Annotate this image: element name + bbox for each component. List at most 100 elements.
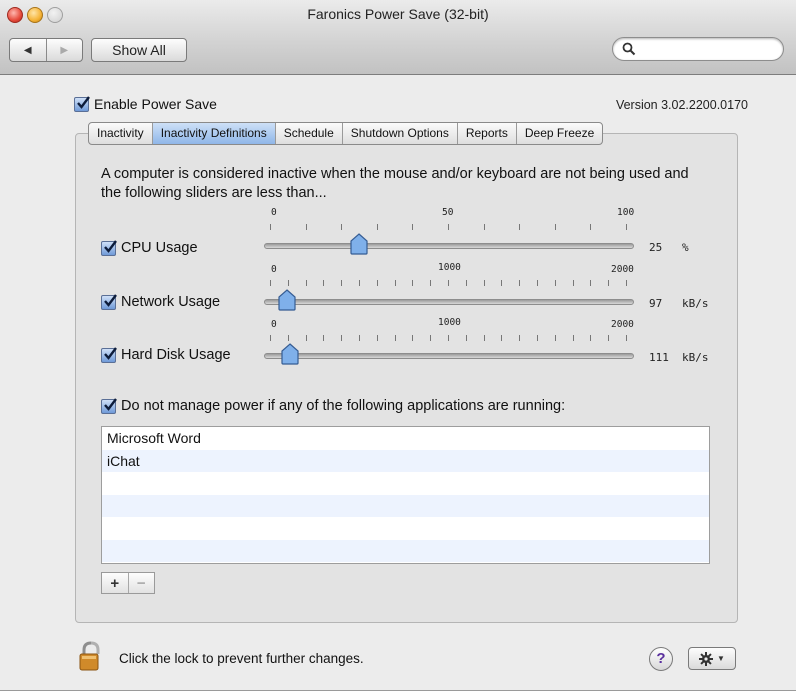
slider-tick xyxy=(305,335,307,341)
slider-tick xyxy=(501,280,503,286)
list-item[interactable]: Microsoft Word xyxy=(102,427,709,450)
slider-tick xyxy=(270,224,271,230)
network-usage-slider[interactable] xyxy=(264,299,634,305)
slider-tick xyxy=(465,280,467,286)
slider-tick xyxy=(501,335,503,341)
checkbox-checked[interactable] xyxy=(101,346,117,363)
add-app-button[interactable]: + xyxy=(102,573,128,593)
tab-inactivity[interactable]: Inactivity xyxy=(89,123,153,144)
manage-power-label: Do not manage power if any of the follow… xyxy=(121,398,566,414)
list-item[interactable] xyxy=(102,517,709,540)
window-title: Faronics Power Save (32-bit) xyxy=(307,6,489,22)
slider-tick xyxy=(412,335,414,341)
tab-reports[interactable]: Reports xyxy=(458,123,517,144)
scale-min-label: 0 xyxy=(271,319,277,330)
hard-disk-usage-label: Hard Disk Usage xyxy=(121,347,231,363)
gear-icon xyxy=(699,651,714,666)
cpu-usage-row: CPU Usage 0 50 100 25 % xyxy=(101,207,721,267)
help-button[interactable]: ? xyxy=(649,647,673,671)
scale-min-label: 0 xyxy=(271,207,277,218)
tab-bar: Inactivity Inactivity Definitions Schedu… xyxy=(88,122,604,145)
checkbox-checked[interactable] xyxy=(101,397,117,414)
list-item[interactable]: iChat xyxy=(102,449,709,472)
tab-deep-freeze[interactable]: Deep Freeze xyxy=(517,123,602,144)
list-item[interactable] xyxy=(102,472,709,495)
slider-tick xyxy=(554,280,556,286)
back-button[interactable]: ◀ xyxy=(10,39,46,61)
remove-app-button[interactable]: − xyxy=(127,573,155,593)
list-item[interactable] xyxy=(102,539,709,562)
hard-disk-usage-checkbox[interactable]: Hard Disk Usage xyxy=(101,346,231,363)
cpu-usage-slider[interactable] xyxy=(264,243,634,249)
checkbox-checked[interactable] xyxy=(101,239,117,256)
slider-tick xyxy=(287,280,289,286)
scale-max-label: 2000 xyxy=(611,319,634,330)
search-field[interactable] xyxy=(612,37,784,61)
scale-max-label: 100 xyxy=(617,207,635,218)
slider-tick xyxy=(270,335,271,341)
scale-min-label: 0 xyxy=(271,264,277,275)
slider-tick xyxy=(554,335,556,341)
network-usage-checkbox[interactable]: Network Usage xyxy=(101,293,221,310)
network-usage-unit: kB/s xyxy=(682,297,709,310)
manage-power-checkbox[interactable]: Do not manage power if any of the follow… xyxy=(101,397,566,414)
slider-tick xyxy=(448,224,449,230)
cpu-usage-checkbox[interactable]: CPU Usage xyxy=(101,239,198,256)
slider-tick xyxy=(287,335,289,341)
applications-list[interactable]: Microsoft Word iChat xyxy=(101,426,710,564)
slider-tick xyxy=(412,280,414,286)
title-bar: Faronics Power Save (32-bit) ◀ ▶ Show Al… xyxy=(0,0,796,75)
action-menu-button[interactable]: ▼ xyxy=(688,647,736,670)
hard-disk-slider-knob[interactable] xyxy=(280,343,300,365)
scale-max-label: 2000 xyxy=(611,264,634,275)
list-item[interactable] xyxy=(102,494,709,517)
lock-icon[interactable] xyxy=(78,640,104,672)
slider-tick xyxy=(376,280,378,286)
network-slider-knob[interactable] xyxy=(277,289,297,311)
checkbox-checked[interactable] xyxy=(101,293,117,310)
slider-tick xyxy=(590,224,592,230)
network-usage-value: 97 xyxy=(649,297,663,310)
checkbox-checked[interactable] xyxy=(74,95,90,112)
search-input[interactable] xyxy=(641,40,775,58)
slider-tick xyxy=(394,335,396,341)
slider-tick xyxy=(483,224,485,230)
hard-disk-usage-value: 111 xyxy=(649,351,669,364)
tab-shutdown-options[interactable]: Shutdown Options xyxy=(343,123,458,144)
slider-tick xyxy=(537,280,538,286)
hard-disk-usage-slider[interactable] xyxy=(264,353,634,359)
cpu-usage-value: 25 xyxy=(649,241,663,254)
network-usage-label: Network Usage xyxy=(121,294,221,310)
slider-tick xyxy=(270,280,271,286)
forward-button[interactable]: ▶ xyxy=(45,39,83,61)
slider-tick xyxy=(590,280,592,286)
slider-tick xyxy=(572,280,574,286)
slider-tick xyxy=(465,335,467,341)
enable-power-save-checkbox[interactable]: Enable Power Save xyxy=(74,95,217,112)
triangle-right-icon: ▶ xyxy=(60,44,69,56)
chevron-down-icon: ▼ xyxy=(717,654,725,663)
slider-tick xyxy=(590,335,592,341)
slider-tick xyxy=(323,335,325,341)
enable-power-save-label: Enable Power Save xyxy=(94,96,217,112)
slider-tick xyxy=(323,280,325,286)
slider-tick xyxy=(537,335,538,341)
hard-disk-usage-unit: kB/s xyxy=(682,351,709,364)
slider-tick xyxy=(519,335,521,341)
cpu-usage-label: CPU Usage xyxy=(121,240,198,256)
triangle-left-icon: ◀ xyxy=(23,44,32,56)
slider-tick xyxy=(626,280,627,286)
slider-tick xyxy=(359,335,360,341)
show-all-button[interactable]: Show All xyxy=(91,38,187,62)
network-usage-row: Network Usage 0 1000 2000 97 kB/s xyxy=(101,262,721,322)
tab-schedule[interactable]: Schedule xyxy=(276,123,343,144)
tab-inactivity-definitions[interactable]: Inactivity Definitions xyxy=(152,123,276,144)
back-forward-control: ◀ ▶ xyxy=(9,38,83,62)
slider-tick xyxy=(448,280,449,286)
cpu-slider-knob[interactable] xyxy=(349,233,369,255)
slider-tick xyxy=(483,335,485,341)
slider-tick xyxy=(376,224,378,230)
slider-tick xyxy=(608,280,610,286)
scale-mid-label: 1000 xyxy=(438,317,461,328)
search-icon xyxy=(622,42,636,56)
